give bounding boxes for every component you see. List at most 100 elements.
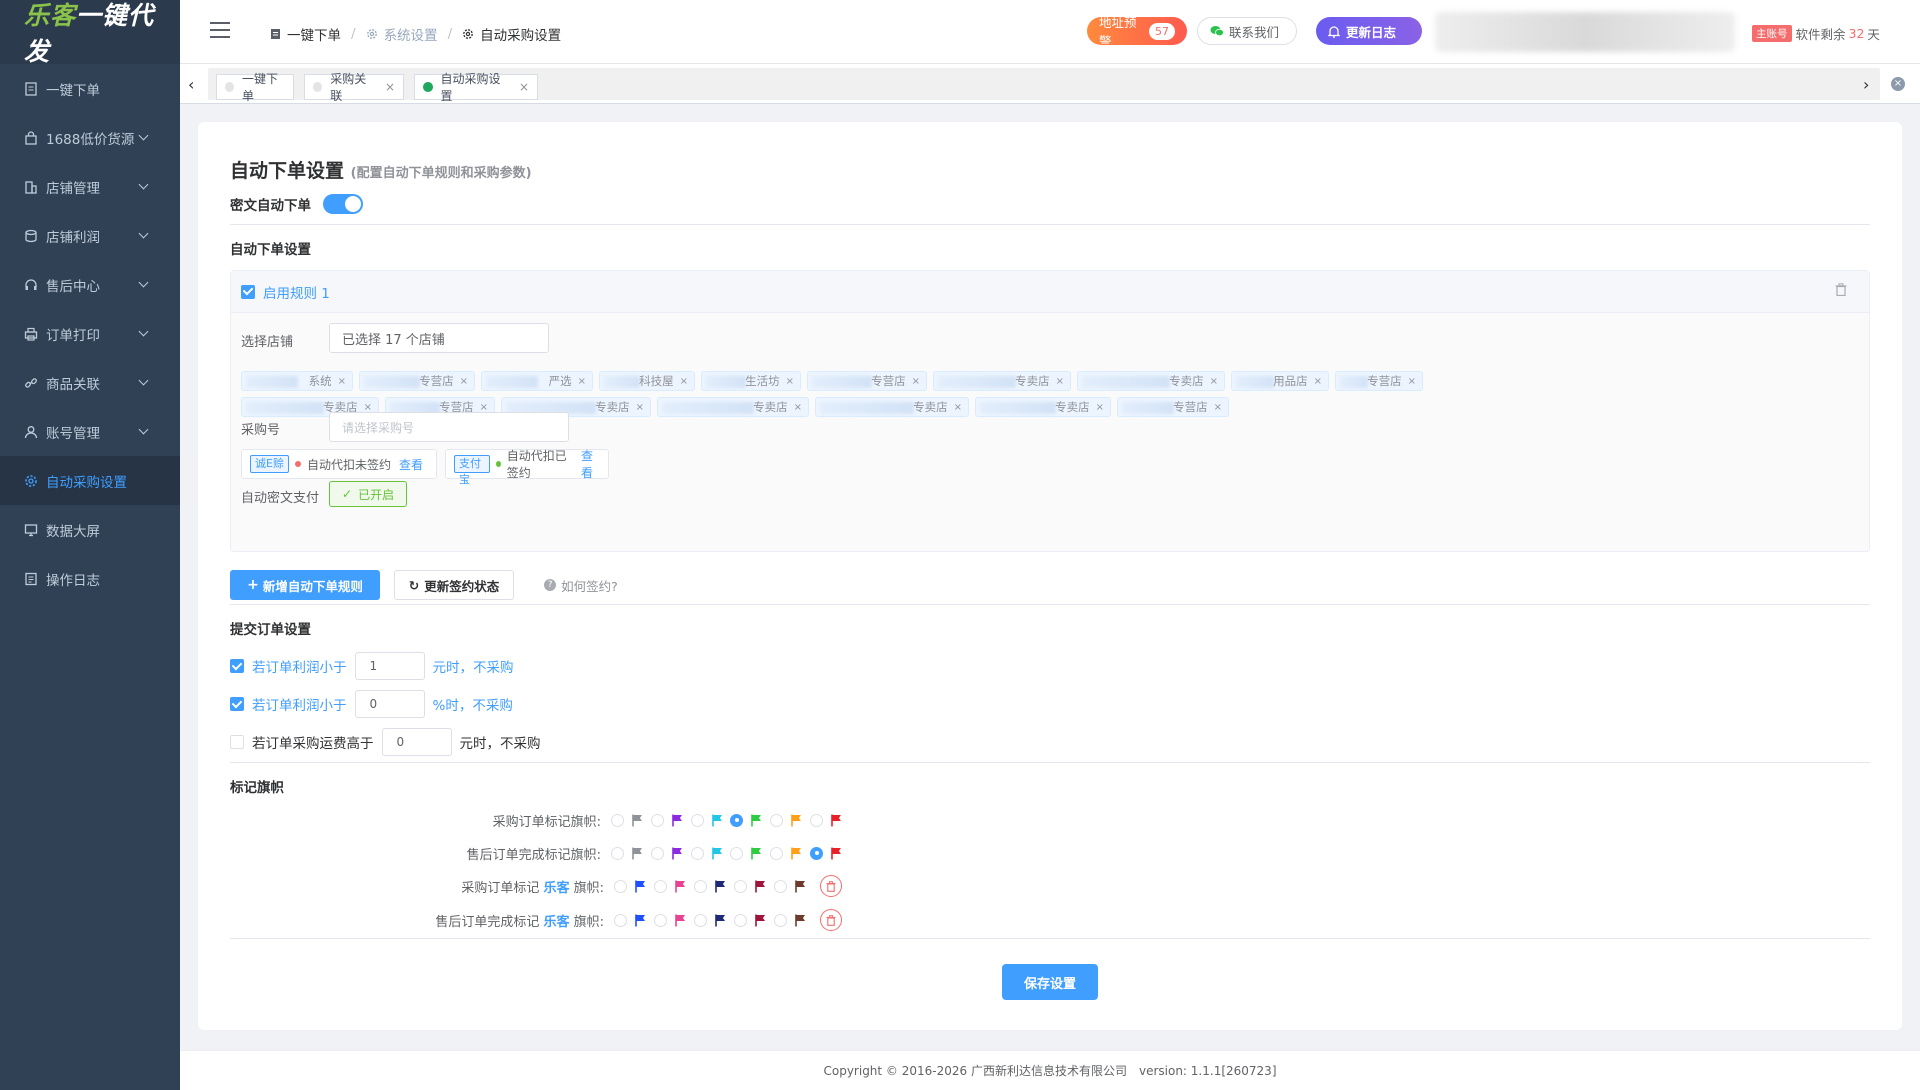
- flag-radio[interactable]: [770, 813, 784, 827]
- rule-enable-label[interactable]: 启用规则 1: [263, 282, 330, 302]
- flag-radio[interactable]: [810, 846, 824, 860]
- hamburger-icon[interactable]: [210, 22, 230, 39]
- sidebar-item-6[interactable]: 商品关联: [0, 358, 180, 407]
- close-icon[interactable]: ×: [1210, 376, 1218, 387]
- flag-icon: [675, 914, 685, 926]
- close-icon[interactable]: ×: [912, 376, 920, 387]
- close-icon[interactable]: ×: [1314, 376, 1322, 387]
- refresh-sign-status-button[interactable]: ↻ 更新签约状态: [394, 570, 514, 600]
- secret-pay-enabled-tag[interactable]: ✓ 已开启: [329, 481, 408, 507]
- flag-radio[interactable]: [734, 913, 747, 927]
- flag-radio[interactable]: [650, 813, 664, 827]
- flag-icon: [635, 914, 645, 926]
- flag-icon: [711, 847, 722, 859]
- document-icon: [271, 29, 280, 39]
- flag-radio[interactable]: [654, 913, 667, 927]
- close-icon[interactable]: ×: [519, 80, 529, 94]
- purchase-account-select[interactable]: 请选择采购号: [329, 412, 569, 442]
- tab-auto-purchase-settings[interactable]: 自动采购设置 ×: [414, 72, 538, 103]
- flag-radio[interactable]: [770, 846, 784, 860]
- condition-checkbox[interactable]: [230, 659, 244, 673]
- shop-tag: 专卖店 ×: [975, 397, 1111, 417]
- page-title: 自动下单设置 (配置自动下单规则和采购参数): [230, 160, 532, 182]
- flag-radio[interactable]: [694, 913, 707, 927]
- condition-checkbox[interactable]: [230, 735, 244, 749]
- close-icon[interactable]: ×: [480, 402, 488, 413]
- flag-radio-none[interactable]: [611, 813, 624, 827]
- address-warning-button[interactable]: 地址预警 57: [1087, 15, 1187, 49]
- sidebar-item-7[interactable]: 账号管理: [0, 407, 180, 456]
- sidebar-item-9[interactable]: 数据大屏: [0, 505, 180, 554]
- flag-radio[interactable]: [774, 913, 787, 927]
- flag-radio[interactable]: [774, 879, 787, 893]
- view-link-cheng-e[interactable]: 查看: [399, 456, 423, 473]
- bag-icon: [25, 130, 37, 145]
- how-to-sign-button[interactable]: ? 如何签约?: [526, 570, 636, 600]
- flag-radio-none[interactable]: [614, 913, 627, 927]
- chevron-down-icon: [138, 228, 149, 239]
- close-icon[interactable]: ×: [636, 402, 644, 413]
- sidebar-item-3[interactable]: 店铺利润: [0, 211, 180, 260]
- condition-value-input[interactable]: 1: [354, 652, 425, 680]
- close-icon[interactable]: ×: [1214, 402, 1222, 413]
- flag-icon: [795, 880, 805, 892]
- close-icon[interactable]: ×: [460, 376, 468, 387]
- flag-radio[interactable]: [734, 879, 747, 893]
- flag-radio[interactable]: [730, 813, 744, 827]
- close-icon[interactable]: ×: [794, 402, 802, 413]
- delete-flag-button[interactable]: [820, 875, 842, 897]
- sidebar-item-10[interactable]: 操作日志: [0, 554, 180, 603]
- view-link-alipay[interactable]: 查看: [581, 447, 600, 481]
- flag-radio[interactable]: [654, 879, 667, 893]
- close-icon[interactable]: ×: [364, 402, 372, 413]
- close-icon[interactable]: ×: [385, 80, 395, 94]
- shop-tag: 系统 ×: [241, 371, 353, 391]
- sidebar-item-0[interactable]: 一键下单: [0, 64, 180, 113]
- close-icon[interactable]: ×: [680, 376, 688, 387]
- sidebar-item-2[interactable]: 店铺管理: [0, 162, 180, 211]
- condition-value-input[interactable]: 0: [354, 690, 425, 718]
- flag-radio[interactable]: [694, 879, 707, 893]
- close-icon[interactable]: ×: [1096, 402, 1104, 413]
- save-settings-button[interactable]: 保存设置: [1002, 964, 1098, 1000]
- update-log-button[interactable]: 更新日志: [1316, 17, 1422, 45]
- condition-label[interactable]: 若订单采购运费高于: [252, 732, 374, 752]
- close-icon[interactable]: ×: [338, 376, 346, 387]
- shop-select[interactable]: 已选择 17 个店铺: [329, 323, 549, 353]
- sidebar-menu: 一键下单 1688低价货源 店铺管理 店铺利润 售后中心 订单打印 商品关联 账号管理 自动采购…: [0, 64, 180, 603]
- delete-flag-button[interactable]: [820, 909, 842, 931]
- flag-radio[interactable]: [650, 846, 664, 860]
- close-icon[interactable]: ×: [1408, 376, 1416, 387]
- flag-setting-row: 售后订单完成标记 乐客 旗帜:: [230, 908, 850, 932]
- tags-scroll-right-icon[interactable]: ›: [1863, 75, 1869, 94]
- sidebar-item-8[interactable]: 自动采购设置: [0, 456, 180, 505]
- rule-enable-checkbox[interactable]: [241, 284, 255, 299]
- flag-radio[interactable]: [690, 813, 704, 827]
- sidebar-item-1[interactable]: 1688低价货源: [0, 113, 180, 162]
- close-icon[interactable]: ×: [578, 376, 586, 387]
- sidebar-item-4[interactable]: 售后中心: [0, 260, 180, 309]
- sidebar-item-5[interactable]: 订单打印: [0, 309, 180, 358]
- flag-radio[interactable]: [810, 813, 824, 827]
- condition-label[interactable]: 若订单利润小于: [252, 656, 347, 676]
- breadcrumb-item-home[interactable]: 一键下单: [270, 24, 341, 44]
- condition-label[interactable]: 若订单利润小于: [252, 694, 347, 714]
- shop-tag: 专卖店 ×: [933, 371, 1071, 391]
- add-auto-order-rule-button[interactable]: + 新增自动下单规则: [230, 570, 380, 600]
- condition-checkbox[interactable]: [230, 697, 244, 711]
- close-icon[interactable]: ×: [954, 402, 962, 413]
- contact-us-button[interactable]: 联系我们: [1197, 17, 1297, 45]
- close-all-tabs-icon[interactable]: ×: [1891, 77, 1905, 91]
- flag-radio-none[interactable]: [611, 846, 624, 860]
- flag-radio[interactable]: [690, 846, 704, 860]
- secret-auto-order-switch[interactable]: [323, 194, 363, 214]
- trash-icon[interactable]: [1835, 283, 1847, 296]
- close-icon[interactable]: ×: [1056, 376, 1064, 387]
- tab-one-click-order[interactable]: 一键下单: [216, 72, 294, 103]
- flag-radio-none[interactable]: [614, 879, 627, 893]
- close-icon[interactable]: ×: [786, 376, 794, 387]
- tags-scroll-left-icon[interactable]: ‹: [188, 75, 194, 94]
- condition-value-input[interactable]: 0: [381, 728, 452, 756]
- tab-purchase-link[interactable]: 采购关联 ×: [304, 72, 404, 103]
- flag-radio[interactable]: [730, 846, 744, 860]
